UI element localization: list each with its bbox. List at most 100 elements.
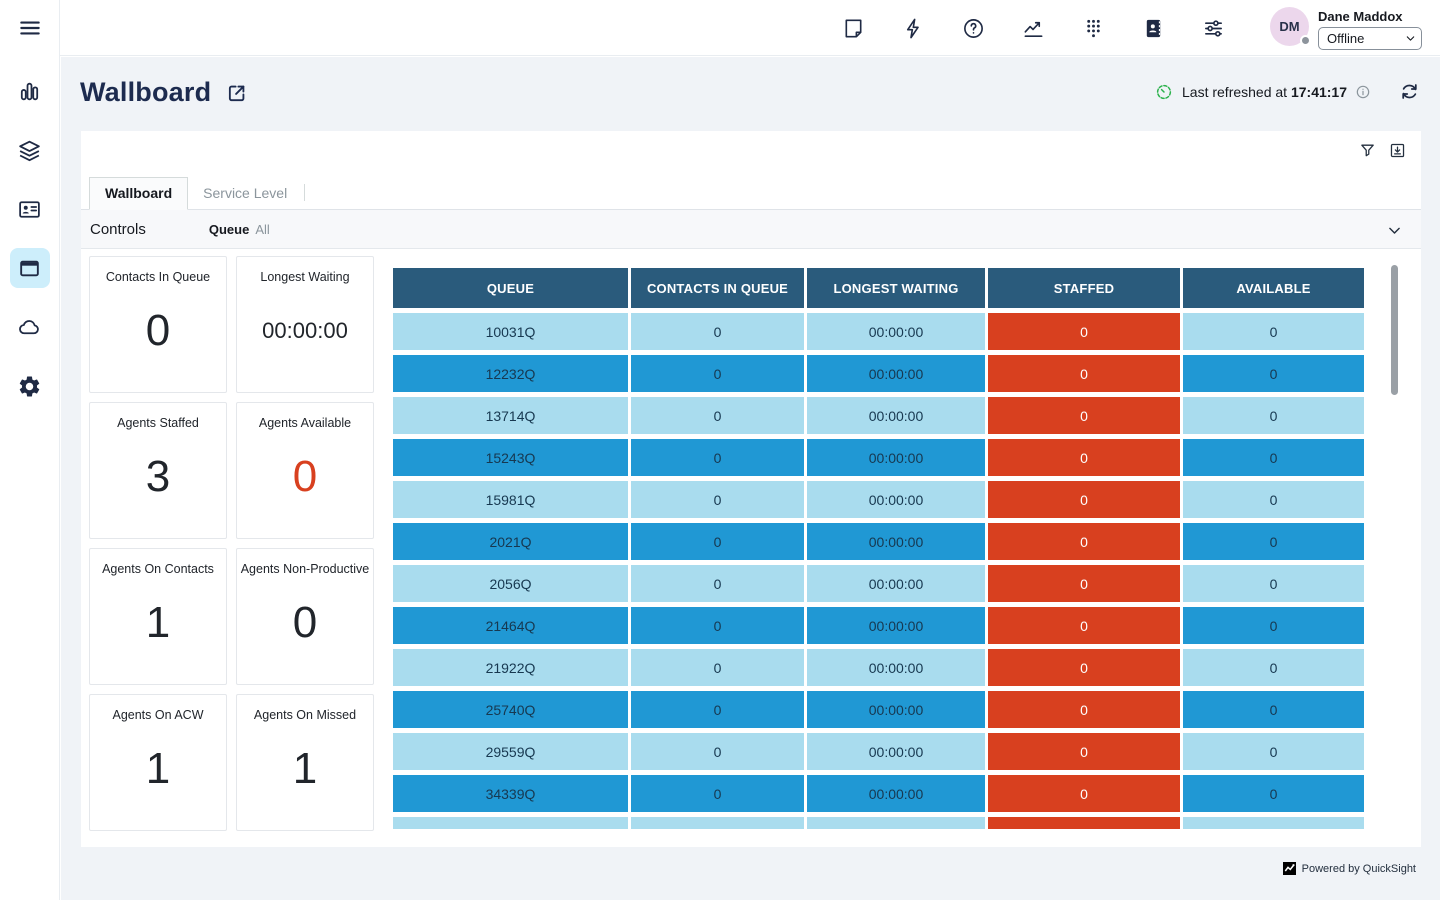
sidebar-item-channels[interactable]	[10, 130, 50, 170]
controls-bar[interactable]: Controls Queue All	[81, 209, 1421, 249]
table-cell: 0	[988, 649, 1180, 686]
table-cell: 0	[631, 439, 804, 476]
queue-filter-value[interactable]: All	[255, 222, 269, 237]
controls-label: Controls	[90, 221, 146, 238]
bar-chart-icon	[17, 79, 42, 104]
table-cell: 0	[988, 523, 1180, 560]
table-cell: 10031Q	[393, 313, 628, 350]
kpi-value: 1	[293, 722, 317, 830]
table-cell: 0	[1183, 649, 1364, 686]
table-cell: 0	[631, 691, 804, 728]
table-cell: 0	[631, 397, 804, 434]
export-icon[interactable]	[1389, 142, 1406, 159]
sidebar	[0, 0, 60, 900]
last-refreshed-text: Last refreshed at 17:41:17	[1182, 84, 1347, 100]
table-cell	[1183, 817, 1364, 829]
table-cell: 0	[631, 523, 804, 560]
quicksight-logo-icon	[1283, 862, 1296, 875]
table-header-cell: LONGEST WAITING	[807, 268, 985, 308]
kpi-card: Agents On ACW 1	[89, 694, 227, 831]
table-cell: 0	[988, 775, 1180, 812]
powered-by-text: Powered by QuickSight	[1302, 863, 1416, 875]
sidebar-item-metrics[interactable]	[10, 71, 50, 111]
table-cell: 2056Q	[393, 565, 628, 602]
table-header-cell: QUEUE	[393, 268, 628, 308]
table-cell: 0	[988, 733, 1180, 770]
table-scrollbar[interactable]	[1391, 265, 1398, 395]
gear-icon	[17, 374, 42, 399]
user-name: Dane Maddox	[1318, 9, 1422, 24]
table-cell	[988, 817, 1180, 829]
table-cell: 0	[988, 439, 1180, 476]
table-cell: 0	[631, 733, 804, 770]
table-cell: 0	[631, 355, 804, 392]
table-cell: 0	[631, 313, 804, 350]
table-cell: 00:00:00	[807, 397, 985, 434]
kpi-value: 1	[146, 576, 170, 684]
table-cell: 15243Q	[393, 439, 628, 476]
table-cell: 00:00:00	[807, 649, 985, 686]
table-cell: 0	[988, 397, 1180, 434]
table-cell: 34339Q	[393, 775, 628, 812]
table-cell: 25740Q	[393, 691, 628, 728]
table-cell: 0	[1183, 733, 1364, 770]
browser-window-icon	[17, 256, 42, 281]
tab-wallboard[interactable]: Wallboard	[89, 177, 188, 210]
table-cell: 00:00:00	[807, 565, 985, 602]
table-cell: 0	[1183, 439, 1364, 476]
kpi-card: Contacts In Queue 0	[89, 256, 227, 393]
table-cell: 0	[1183, 355, 1364, 392]
kpi-value: 0	[146, 284, 170, 392]
user-block: DM Dane Maddox Offline	[1270, 7, 1422, 50]
sliders-icon[interactable]	[1202, 17, 1225, 40]
queue-filter-label: Queue	[209, 222, 249, 237]
tab-service-level[interactable]: Service Level	[188, 178, 302, 209]
kpi-card: Agents Available 0	[236, 402, 374, 539]
kpi-title: Agents Available	[259, 416, 351, 430]
table-cell: 12232Q	[393, 355, 628, 392]
kpi-card: Agents On Contacts 1	[89, 548, 227, 685]
sidebar-item-agents[interactable]	[10, 189, 50, 229]
last-refreshed-time: 17:41:17	[1291, 84, 1347, 100]
kpi-value: 1	[146, 722, 170, 830]
table-cell: 0	[1183, 397, 1364, 434]
queue-table: QUEUECONTACTS IN QUEUELONGEST WAITINGSTA…	[393, 268, 1367, 829]
lightning-icon[interactable]	[902, 17, 925, 40]
hamburger-menu-icon[interactable]	[17, 15, 43, 41]
avatar[interactable]: DM	[1270, 7, 1309, 46]
controls-collapse-chevron-icon[interactable]	[1386, 222, 1403, 239]
table-cell: 13714Q	[393, 397, 628, 434]
kpi-title: Agents Staffed	[117, 416, 199, 430]
kpi-value: 3	[146, 430, 170, 538]
status-select[interactable]: Offline	[1318, 27, 1422, 50]
info-icon[interactable]	[1355, 84, 1371, 100]
kpi-title: Contacts In Queue	[106, 270, 210, 284]
refresh-timer-icon	[1155, 83, 1173, 101]
main-content: Wallboard Last refreshed at 17:41:17	[61, 57, 1440, 900]
kpi-card: Agents On Missed 1	[236, 694, 374, 831]
sidebar-item-wallboard[interactable]	[10, 248, 50, 288]
table-cell: 0	[988, 313, 1180, 350]
kpi-value: 0	[293, 430, 317, 538]
note-icon[interactable]	[842, 17, 865, 40]
kpi-value: 0	[293, 576, 317, 684]
sidebar-item-cloud[interactable]	[10, 307, 50, 347]
table-cell: 0	[1183, 691, 1364, 728]
help-icon[interactable]	[962, 17, 985, 40]
layers-icon	[17, 138, 42, 163]
table-cell: 0	[988, 481, 1180, 518]
refresh-button[interactable]	[1399, 81, 1420, 102]
table-cell: 29559Q	[393, 733, 628, 770]
external-link-icon[interactable]	[226, 82, 248, 104]
kpi-title: Agents Non-Productive	[241, 562, 370, 576]
page-title: Wallboard	[80, 77, 211, 108]
table-cell	[807, 817, 985, 829]
table-cell: 00:00:00	[807, 775, 985, 812]
sidebar-item-settings[interactable]	[10, 366, 50, 406]
dialpad-icon[interactable]	[1082, 17, 1105, 40]
table-cell: 2021Q	[393, 523, 628, 560]
filter-icon[interactable]	[1359, 142, 1376, 159]
table-cell	[393, 817, 628, 829]
line-chart-icon[interactable]	[1022, 17, 1045, 40]
contacts-icon[interactable]	[1142, 17, 1165, 40]
